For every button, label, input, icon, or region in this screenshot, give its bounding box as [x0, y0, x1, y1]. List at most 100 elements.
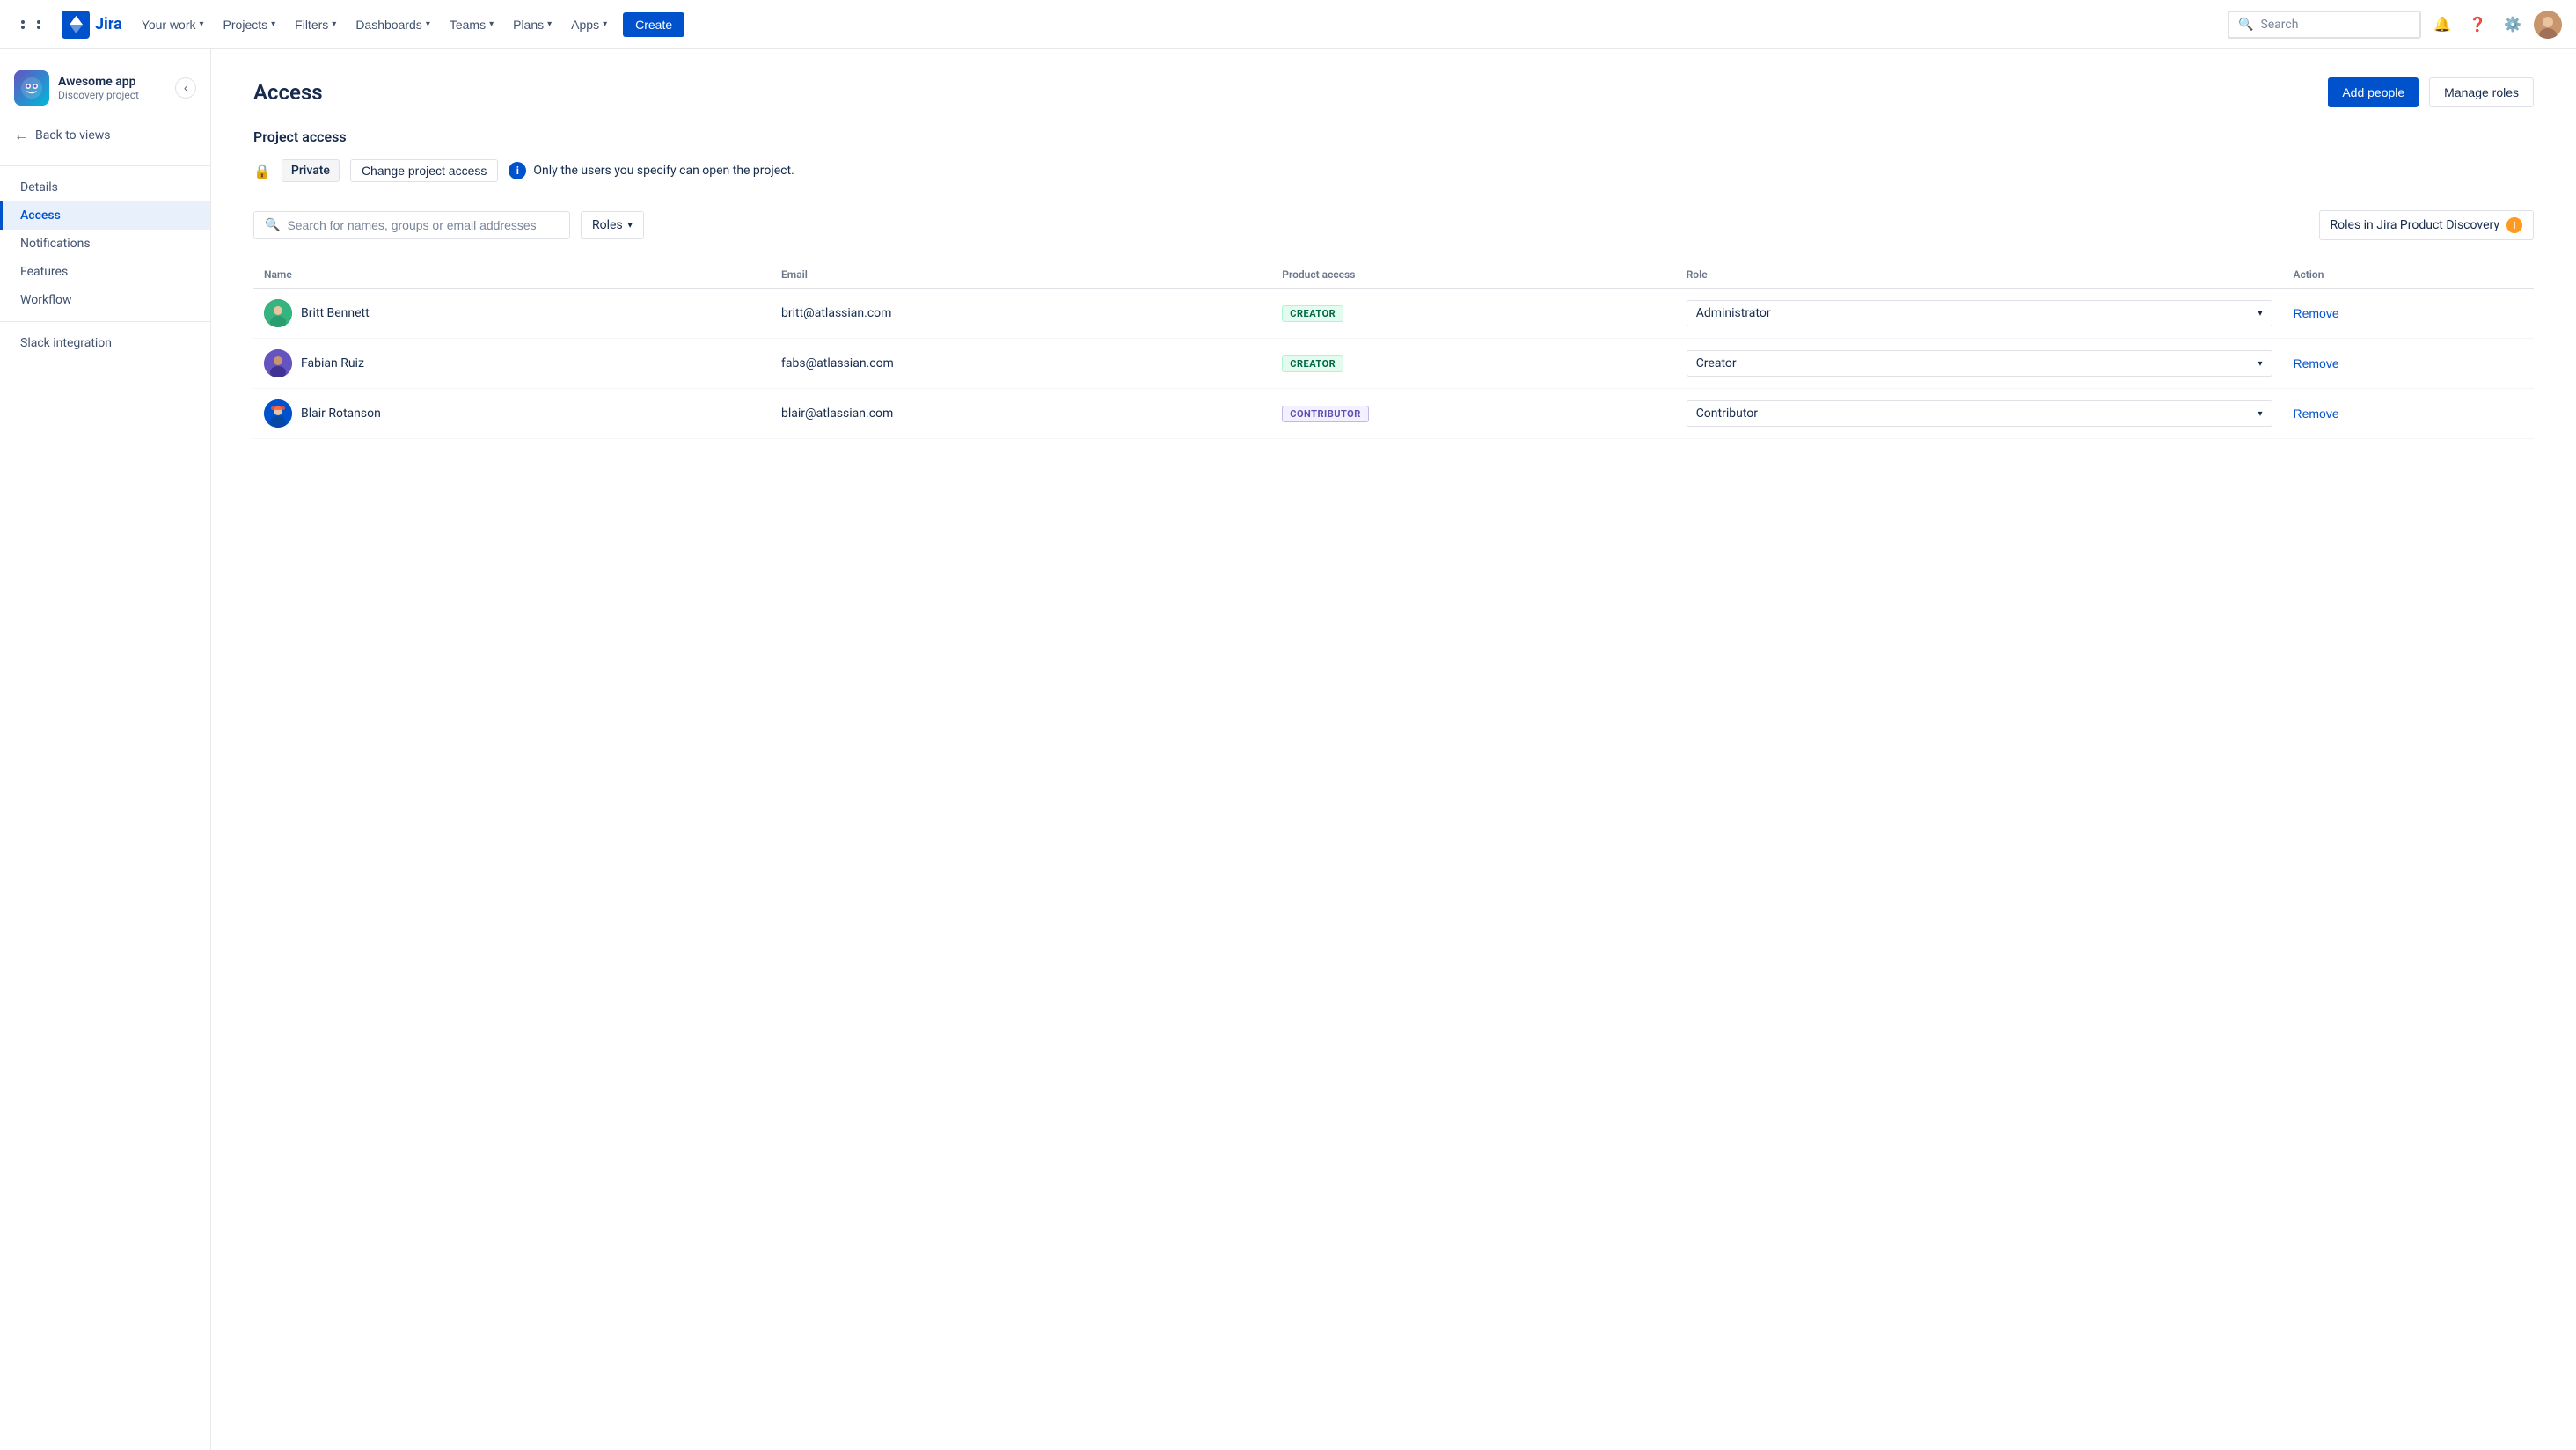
sidebar-collapse-button[interactable]: ‹	[175, 77, 196, 99]
nav-your-work[interactable]: Your work ▾	[133, 12, 213, 37]
app-switcher-button[interactable]	[14, 13, 58, 36]
search-box[interactable]: 🔍 Search	[2228, 11, 2421, 39]
table-row: Fabian Ruiz fabs@atlassian.com CREATOR C…	[253, 339, 2534, 389]
member-role: Contributor ▾	[1676, 389, 2283, 439]
member-action: Remove	[2283, 339, 2535, 389]
chevron-down-icon: ▾	[271, 19, 275, 29]
main-layout: Awesome app Discovery project ‹ ← Back t…	[0, 49, 2576, 1450]
back-label: Back to views	[35, 128, 111, 143]
member-email: blair@atlassian.com	[771, 389, 1271, 439]
col-name: Name	[253, 261, 771, 289]
member-cell-britt: Britt Bennett	[264, 299, 760, 327]
back-arrow-icon: ←	[14, 127, 28, 144]
chevron-down-icon: ▾	[2258, 309, 2262, 319]
sidebar: Awesome app Discovery project ‹ ← Back t…	[0, 49, 211, 1450]
settings-button[interactable]: ⚙️	[2499, 11, 2527, 39]
sidebar-item-access[interactable]: Access	[0, 201, 210, 230]
search-placeholder-text: Search	[2260, 18, 2298, 32]
member-name-cell: Fabian Ruiz	[253, 339, 771, 389]
col-role: Role	[1676, 261, 2283, 289]
nav-teams[interactable]: Teams ▾	[441, 12, 502, 37]
col-action: Action	[2283, 261, 2535, 289]
role-dropdown-britt[interactable]: Administrator ▾	[1687, 300, 2272, 326]
chevron-down-icon: ▾	[332, 19, 336, 29]
project-type: Discovery project	[58, 89, 139, 101]
table-header: Name Email Product access Role Action	[253, 261, 2534, 289]
members-search-box[interactable]: 🔍	[253, 211, 570, 239]
sidebar-item-slack[interactable]: Slack integration	[0, 329, 210, 357]
sidebar-project: Awesome app Discovery project ‹	[0, 63, 210, 120]
roles-label: Roles	[592, 218, 623, 232]
chevron-down-icon: ▾	[489, 19, 494, 29]
col-email: Email	[771, 261, 1271, 289]
notifications-button[interactable]: 🔔	[2428, 11, 2456, 39]
col-product-access: Product access	[1271, 261, 1675, 289]
sidebar-item-features[interactable]: Features	[0, 258, 210, 286]
project-icon	[14, 70, 49, 106]
member-name-cell: Blair Rotanson	[253, 389, 771, 439]
back-to-views-button[interactable]: ← Back to views	[0, 120, 210, 151]
change-access-button[interactable]: Change project access	[350, 159, 498, 182]
page-header: Access Add people Manage roles	[253, 77, 2534, 107]
member-product-access: CREATOR	[1271, 289, 1675, 339]
access-info-text: Only the users you specify can open the …	[533, 164, 794, 178]
remove-button-fabian[interactable]: Remove	[2294, 356, 2339, 370]
help-button[interactable]: ❓	[2463, 11, 2492, 39]
project-name: Awesome app	[58, 75, 139, 89]
roles-info-button[interactable]: Roles in Jira Product Discovery i	[2319, 210, 2535, 240]
filter-row: 🔍 Roles ▾ Roles in Jira Product Discover…	[253, 210, 2534, 240]
nav-dashboards[interactable]: Dashboards ▾	[347, 12, 439, 37]
sidebar-item-workflow[interactable]: Workflow	[0, 286, 210, 314]
create-button[interactable]: Create	[623, 12, 684, 37]
jira-logo[interactable]: Jira	[62, 11, 122, 39]
remove-button-blair[interactable]: Remove	[2294, 406, 2339, 421]
remove-button-britt[interactable]: Remove	[2294, 306, 2339, 320]
access-type-badge: Private	[282, 159, 340, 182]
member-product-access: CREATOR	[1271, 339, 1675, 389]
member-name: Blair Rotanson	[301, 406, 381, 421]
product-access-badge: CONTRIBUTOR	[1282, 406, 1369, 422]
manage-roles-button[interactable]: Manage roles	[2429, 77, 2534, 107]
member-cell-fabian: Fabian Ruiz	[264, 349, 760, 377]
main-content: Access Add people Manage roles Project a…	[211, 49, 2576, 1450]
avatar-fabian	[264, 349, 292, 377]
user-avatar[interactable]	[2534, 11, 2562, 39]
add-people-button[interactable]: Add people	[2328, 77, 2419, 107]
product-access-badge: CREATOR	[1282, 355, 1343, 372]
nav-filters[interactable]: Filters ▾	[286, 12, 345, 37]
avatar-blair	[264, 399, 292, 428]
members-table: Name Email Product access Role Action	[253, 261, 2534, 439]
members-search-input[interactable]	[287, 218, 559, 232]
project-access-row: 🔒 Private Change project access i Only t…	[253, 159, 2534, 182]
table-body: Britt Bennett britt@atlassian.com CREATO…	[253, 289, 2534, 439]
nav-plans[interactable]: Plans ▾	[504, 12, 560, 37]
roles-filter-dropdown[interactable]: Roles ▾	[581, 211, 644, 239]
search-icon: 🔍	[265, 218, 280, 232]
chevron-down-icon: ▾	[547, 19, 552, 29]
nav-projects[interactable]: Projects ▾	[215, 12, 285, 37]
member-product-access: CONTRIBUTOR	[1271, 389, 1675, 439]
info-orange-icon: i	[2506, 217, 2522, 233]
info-icon: i	[509, 162, 526, 179]
role-dropdown-blair[interactable]: Contributor ▾	[1687, 400, 2272, 427]
page-title: Access	[253, 80, 323, 105]
sidebar-item-notifications[interactable]: Notifications	[0, 230, 210, 258]
product-access-badge: CREATOR	[1282, 305, 1343, 322]
logo-text: Jira	[95, 15, 122, 33]
project-info: Awesome app Discovery project	[58, 75, 139, 101]
member-role: Administrator ▾	[1676, 289, 2283, 339]
member-role: Creator ▾	[1676, 339, 2283, 389]
search-icon: 🔍	[2238, 18, 2253, 32]
member-name: Fabian Ruiz	[301, 356, 364, 370]
access-info: i Only the users you specify can open th…	[509, 162, 794, 179]
table-row: Blair Rotanson blair@atlassian.com CONTR…	[253, 389, 2534, 439]
role-dropdown-fabian[interactable]: Creator ▾	[1687, 350, 2272, 377]
nav-apps[interactable]: Apps ▾	[562, 12, 616, 37]
page-header-actions: Add people Manage roles	[2328, 77, 2534, 107]
member-name: Britt Bennett	[301, 306, 370, 320]
lock-icon: 🔒	[253, 163, 271, 179]
sidebar-divider-2	[0, 321, 210, 322]
sidebar-item-details[interactable]: Details	[0, 173, 210, 201]
avatar-britt	[264, 299, 292, 327]
chevron-down-icon: ▾	[200, 19, 204, 29]
